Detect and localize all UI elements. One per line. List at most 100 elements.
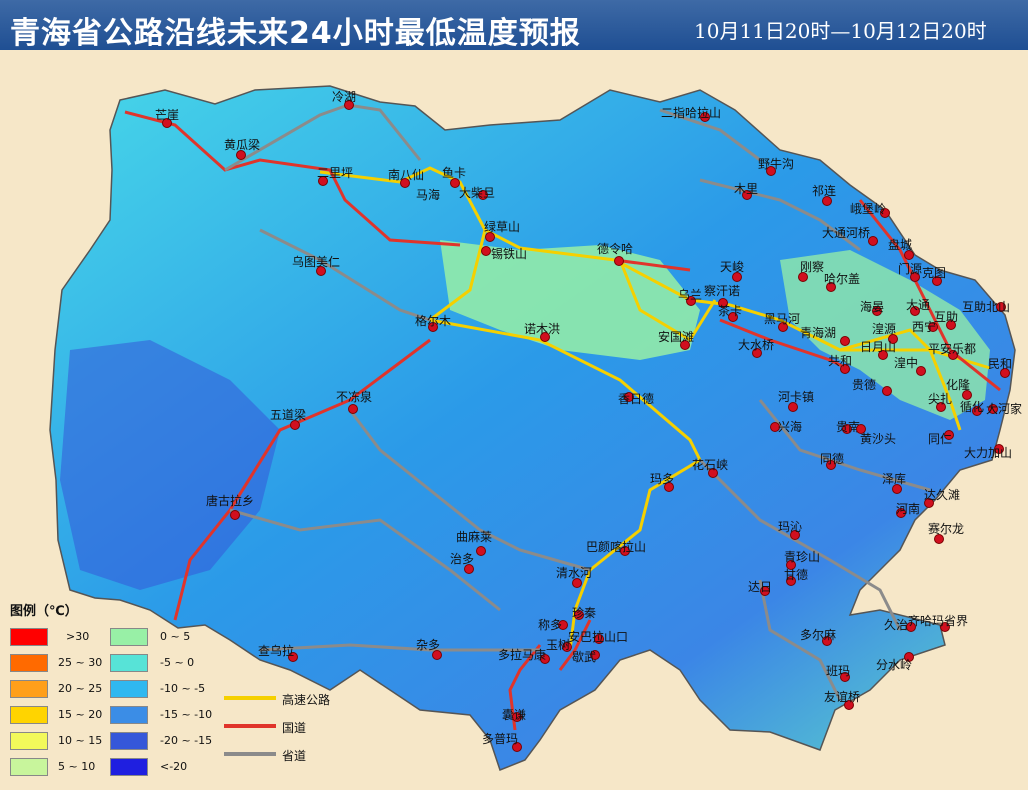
place-label: 巴颜喀拉山 xyxy=(586,540,647,554)
place-label: 黄瓜梁 xyxy=(224,138,261,152)
place-label: 多拉马康 xyxy=(498,648,547,662)
place-label: 香日德 xyxy=(618,392,655,406)
place-label: 大通河桥 xyxy=(822,226,871,240)
place-label: 黑马河 xyxy=(764,312,801,326)
place-label: 冷湖 xyxy=(332,90,357,104)
highway-legend-label: 高速公路 xyxy=(282,693,331,707)
legend-label: >30 xyxy=(66,630,90,643)
place-dot xyxy=(840,336,850,346)
legend-label: 10 ~ 15 xyxy=(58,734,103,747)
place-label: 河南 xyxy=(896,502,921,516)
road-legend-graphics xyxy=(224,696,276,756)
place-label: 互助北山 xyxy=(962,300,1011,314)
place-label: 祁连 xyxy=(812,184,837,198)
place-label: 多尔麻 xyxy=(800,628,837,642)
place-label: 班玛 xyxy=(826,664,851,678)
place-dot xyxy=(882,386,892,396)
place-label: 大河家 xyxy=(986,402,1023,416)
place-label: 达日 xyxy=(748,580,773,594)
place-label: 友谊桥 xyxy=(824,690,861,704)
place-label: 西宁 xyxy=(912,320,937,334)
place-label: 民和 xyxy=(988,357,1013,371)
place-label: 锡铁山 xyxy=(491,247,528,261)
place-label: 峨堡岭 xyxy=(850,202,887,216)
place-label: 贵德 xyxy=(852,378,877,392)
legend-label: 5 ~ 10 xyxy=(58,760,96,773)
legend-swatch xyxy=(10,758,48,776)
place-label: 青珍山 xyxy=(784,550,821,564)
legend-label: 0 ~ 5 xyxy=(160,630,191,643)
place-label: 久治 xyxy=(884,618,909,632)
legend-label: 15 ~ 20 xyxy=(58,708,103,721)
qinghai-map xyxy=(49,85,1016,771)
place-label: 兴海 xyxy=(778,420,803,434)
place-label: 歇武 xyxy=(572,650,597,664)
place-label: 玛沁 xyxy=(778,520,803,534)
place-label: 杂多 xyxy=(416,638,441,652)
place-label: 察汗诺 xyxy=(704,284,741,298)
place-label: 治多 xyxy=(450,552,475,566)
place-label: 清水河 xyxy=(556,566,593,580)
legend-swatch xyxy=(110,628,148,646)
place-label: 乌兰 xyxy=(678,288,703,302)
place-label: 德令哈 xyxy=(597,242,634,256)
place-label: 安国滩 xyxy=(658,330,695,344)
place-label: 循化 xyxy=(960,400,985,414)
place-label: 乌图美仁 xyxy=(292,255,341,269)
place-label: 二指哈拉山 xyxy=(661,106,722,120)
legend-label: -5 ~ 0 xyxy=(160,656,195,669)
place-label: 马海 xyxy=(416,188,441,202)
provincial-road-legend-label: 省道 xyxy=(282,749,307,763)
place-label: 天峻 xyxy=(720,260,745,274)
place-label: 珍秦 xyxy=(572,606,597,620)
place-label: 海晏 xyxy=(860,300,885,314)
place-label: 查乌拉 xyxy=(258,644,295,658)
place-label: 木里 xyxy=(734,182,759,196)
place-label: 哈尔盖 xyxy=(824,272,861,286)
map-area: 芒崖 冷湖 黄瓜梁 二里坪 南八仙 马海 鱼卡 大柴旦 绿草山 锡铁山 乌图美仁… xyxy=(0,50,1028,779)
place-label: 青海湖 xyxy=(800,326,837,340)
place-label: 互助 xyxy=(934,310,959,324)
place-label: 诺木洪 xyxy=(524,322,561,336)
legend-label: <-20 xyxy=(160,760,188,773)
place-label: 达久滩 xyxy=(924,488,961,502)
legend-label: -10 ~ -5 xyxy=(160,682,206,695)
place-label: 大通 xyxy=(906,298,931,312)
place-label: 同德 xyxy=(820,452,845,466)
place-label: 唐古拉乡 xyxy=(206,494,255,508)
legend-swatch xyxy=(10,628,48,646)
legend-swatch xyxy=(110,758,148,776)
place-label: 玛多 xyxy=(650,472,675,486)
place-label: 泽库 xyxy=(882,472,907,486)
place-label: 大力加山 xyxy=(964,446,1013,460)
place-label: 甘德 xyxy=(784,568,809,582)
place-label: 同仁 xyxy=(928,432,953,446)
legend-title: 图例（℃） xyxy=(10,604,78,619)
place-label: 格尔木 xyxy=(415,314,452,328)
legend-label: -15 ~ -10 xyxy=(160,708,213,721)
place-dot xyxy=(230,510,240,520)
legend-swatch xyxy=(110,680,148,698)
place-label: 花石峡 xyxy=(692,458,729,472)
place-label: 芒崖 xyxy=(155,108,180,122)
place-label: 日月山 xyxy=(860,340,897,354)
place-label: 黄沙头 xyxy=(860,432,897,446)
place-label: 盘城 xyxy=(888,238,913,252)
place-label: 湟源 xyxy=(872,322,897,336)
place-label: 大柴旦 xyxy=(459,186,496,200)
place-dot xyxy=(614,256,624,266)
header-bar: 青海省公路沿线未来24小时最低温度预报 10月11日20时—10月12日20时 xyxy=(0,0,1028,51)
national-road-legend-label: 国道 xyxy=(282,721,307,735)
place-label: 大水桥 xyxy=(738,338,775,352)
place-label: 称多 xyxy=(538,618,563,632)
place-label: 平安乐都 xyxy=(928,342,977,356)
place-label: 曲麻莱 xyxy=(456,530,493,544)
page-title: 青海省公路沿线未来24小时最低温度预报 xyxy=(10,16,581,51)
place-dot xyxy=(476,546,486,556)
legend-swatch xyxy=(110,706,148,724)
place-label: 野牛沟 xyxy=(758,157,795,171)
place-label: 玉树 xyxy=(546,638,571,652)
place-label: 不冻泉 xyxy=(336,390,373,404)
place-label: 安巴拉山口 xyxy=(568,630,629,644)
legend-swatch xyxy=(10,732,48,750)
